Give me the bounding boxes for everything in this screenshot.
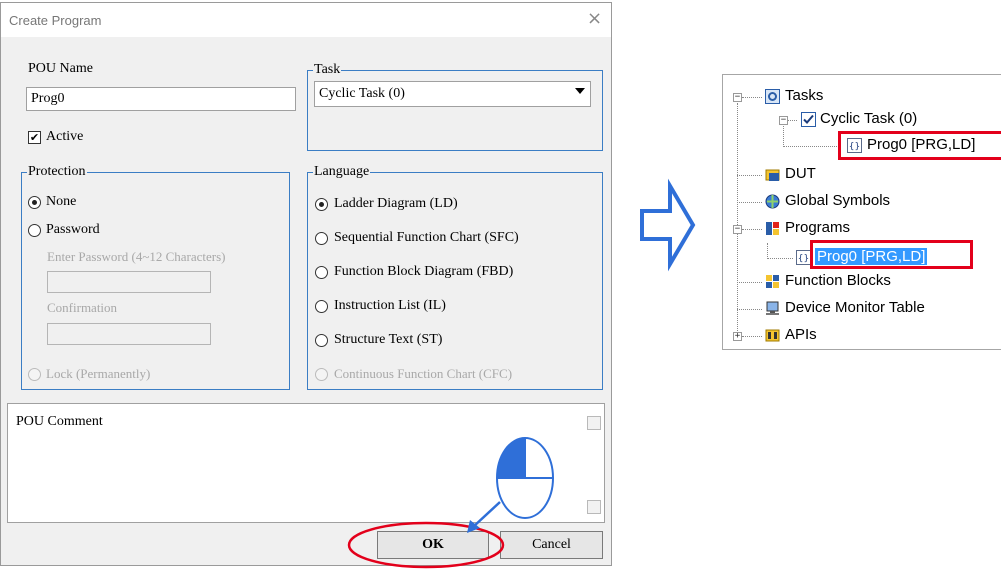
task-prog-highlight-box [838, 131, 1001, 160]
programs-collapse-toggle[interactable]: − [733, 225, 742, 234]
cursor-click-icon [496, 437, 554, 519]
dut-icon [765, 169, 780, 181]
global-symbols-icon [765, 194, 780, 209]
tree-item-dut[interactable]: DUT [785, 165, 816, 182]
cyclic-task-collapse-toggle[interactable]: − [779, 116, 788, 125]
tasks-collapse-toggle[interactable]: − [733, 93, 742, 102]
programs-icon [766, 222, 779, 235]
tree-item-global-symbols[interactable]: Global Symbols [785, 192, 890, 209]
tree-item-apis[interactable]: APIs [785, 326, 817, 343]
ok-highlight-ellipse [347, 521, 505, 569]
function-blocks-icon [766, 275, 779, 288]
cyclic-task-check-icon [801, 112, 816, 127]
device-monitor-icon [766, 301, 779, 315]
apis-expand-toggle[interactable]: + [733, 332, 742, 341]
tasks-icon [765, 89, 780, 104]
project-tree: − Tasks − Cyclic Task (0) {} Prog0 [PRG,… [722, 74, 1001, 350]
tree-item-function-blocks[interactable]: Function Blocks [785, 272, 891, 289]
apis-icon [765, 329, 780, 342]
right-arrow-icon [640, 178, 696, 272]
cursor-pointer-line [472, 501, 501, 528]
program-icon: {} [796, 250, 811, 265]
tree-item-programs[interactable]: Programs [785, 219, 850, 236]
svg-text:{}: {} [798, 254, 809, 264]
program-prog-highlight-box [810, 240, 973, 269]
tree-item-tasks[interactable]: Tasks [785, 87, 823, 104]
tree-item-cyclic-task[interactable]: Cyclic Task (0) [820, 110, 917, 127]
tree-item-device-monitor-table[interactable]: Device Monitor Table [785, 299, 925, 316]
